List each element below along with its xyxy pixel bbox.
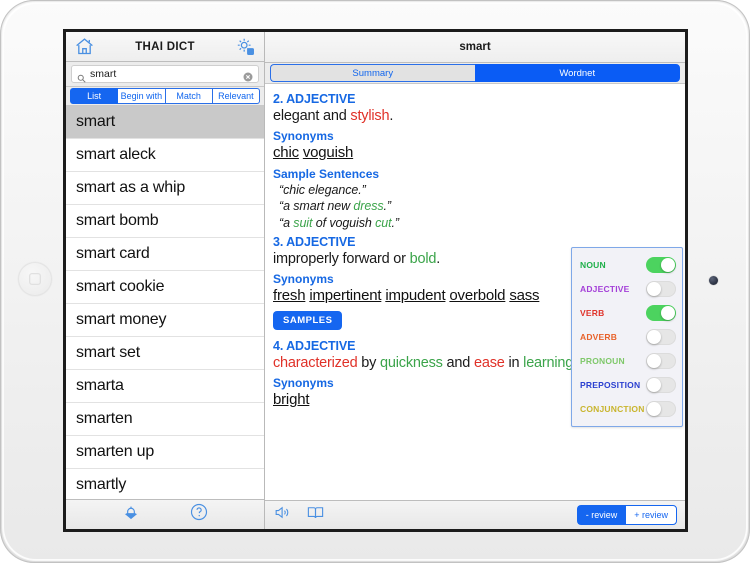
pos-toggle-noun[interactable] [646, 257, 676, 273]
pos-row-pronoun[interactable]: PRONOUN [580, 349, 676, 373]
synonyms-label: Synonyms [273, 129, 334, 144]
list-item[interactable]: smart bomb [66, 205, 264, 238]
speaker-icon[interactable] [273, 503, 292, 527]
search-mode-relevant[interactable]: Relevant [212, 88, 260, 104]
detail-pane: smart Summary Wordnet 2. ADJECTIVE elegant… [265, 32, 685, 529]
detail-tabs[interactable]: Summary Wordnet [265, 63, 685, 84]
sample-sentence: “a suit of voguish cut.” [279, 215, 399, 230]
list-item[interactable]: smart cookie [66, 271, 264, 304]
search-input[interactable]: smart [71, 65, 259, 83]
search-mode-match[interactable]: Match [165, 88, 213, 104]
sidebar-title: THAI DICT [135, 40, 195, 53]
pos-label: PREPOSITION [580, 380, 641, 390]
pos-label: CONJUNCTION [580, 404, 645, 414]
synonym-link[interactable]: overbold [449, 287, 505, 304]
pos-toggle-pronoun[interactable] [646, 353, 676, 369]
pos-label: ADVERB [580, 332, 618, 342]
entry-body[interactable]: 2. ADJECTIVE elegant and stylish. Synonyms… [265, 84, 685, 500]
help-icon[interactable] [189, 502, 209, 527]
sense-gloss: elegant and stylish. [273, 108, 394, 124]
list-item[interactable]: smart card [66, 238, 264, 271]
synonym-link[interactable]: voguish [303, 144, 354, 161]
book-icon[interactable] [306, 503, 325, 527]
synonym-list[interactable]: chic voguish [273, 143, 677, 163]
sample-sentence: “chic elegance.” [279, 182, 366, 197]
pos-toggle-verb[interactable] [646, 305, 676, 321]
home-icon[interactable] [74, 36, 95, 57]
review-button-group[interactable]: - review + review [576, 505, 677, 525]
list-item[interactable]: smartly [66, 469, 264, 499]
list-item[interactable]: smart money [66, 304, 264, 337]
detail-navbar: smart [265, 32, 685, 63]
list-item[interactable]: smarten up [66, 436, 264, 469]
pos-row-noun[interactable]: NOUN [580, 253, 676, 277]
sense-heading: 2. ADJECTIVE [273, 92, 356, 106]
list-item[interactable]: smart [66, 106, 264, 139]
clear-icon[interactable] [243, 69, 253, 82]
synonym-link[interactable]: bright [273, 391, 310, 408]
search-icon [77, 70, 86, 83]
list-item[interactable]: smarten [66, 403, 264, 436]
search-mode-segmented-control[interactable]: List Begin with Match Relevant [66, 87, 264, 106]
pos-toggle-adjective[interactable] [646, 281, 676, 297]
toggle-knob [647, 282, 661, 296]
list-item[interactable]: smart set [66, 337, 264, 370]
tab-wordnet[interactable]: Wordnet [474, 64, 680, 82]
synonym-link[interactable]: impudent [385, 287, 445, 304]
pos-row-preposition[interactable]: PREPOSITION [580, 373, 676, 397]
part-of-speech-filter-panel[interactable]: NOUN ADJECTIVE VERB ADVERB PRONOUN PREPOSITIO… [571, 247, 683, 427]
list-item[interactable]: smart as a whip [66, 172, 264, 205]
pos-row-adverb[interactable]: ADVERB [580, 325, 676, 349]
pos-row-verb[interactable]: VERB [580, 301, 676, 325]
pos-row-adjective[interactable]: ADJECTIVE [580, 277, 676, 301]
toggle-knob [647, 330, 661, 344]
sidebar-toolbar [66, 499, 264, 529]
ipad-device-frame: THAI DICT smart List Begin with Match Re… [0, 0, 750, 563]
pos-label: NOUN [580, 260, 606, 270]
gear-icon[interactable] [235, 36, 256, 57]
pos-label: ADJECTIVE [580, 284, 630, 294]
home-button[interactable] [18, 262, 52, 296]
synonym-link[interactable]: impertinent [309, 287, 381, 304]
search-bar: smart [66, 62, 264, 87]
word-list[interactable]: smart smart aleck smart as a whip smart bom… [66, 106, 264, 499]
pos-toggle-adverb[interactable] [646, 329, 676, 345]
pos-label: VERB [580, 308, 605, 318]
detail-toolbar-icons [273, 503, 325, 527]
sample-sentence: “a smart new dress.” [279, 199, 391, 214]
search-input-value: smart [90, 68, 117, 80]
pos-row-conjunction[interactable]: CONJUNCTION [580, 397, 676, 421]
page-title: smart [459, 41, 491, 53]
toggle-knob [647, 378, 661, 392]
toggle-knob [647, 354, 661, 368]
list-item[interactable]: smarta [66, 370, 264, 403]
toggle-knob [661, 306, 675, 320]
synonym-link[interactable]: sass [509, 287, 539, 304]
sidebar-navbar: THAI DICT [66, 32, 264, 62]
review-plus-button[interactable]: + review [625, 505, 677, 525]
toggle-knob [647, 402, 661, 416]
pos-toggle-conjunction[interactable] [646, 401, 676, 417]
list-item[interactable]: smart aleck [66, 139, 264, 172]
toggle-knob [661, 258, 675, 272]
synonym-link[interactable]: fresh [273, 287, 306, 304]
search-mode-begin-with[interactable]: Begin with [118, 88, 166, 104]
sample-sentence-list: “chic elegance.” “a smart new dress.” “a s… [279, 182, 677, 232]
tab-summary[interactable]: Summary [270, 64, 475, 82]
review-minus-button[interactable]: - review [576, 505, 626, 525]
screen: THAI DICT smart List Begin with Match Re… [63, 29, 688, 532]
pos-label: PRONOUN [580, 356, 625, 366]
search-mode-list[interactable]: List [70, 88, 119, 104]
synonym-link[interactable]: chic [273, 144, 299, 161]
bell-download-icon[interactable] [121, 502, 141, 527]
sidebar-pane: THAI DICT smart List Begin with Match Re… [66, 32, 265, 529]
pos-toggle-preposition[interactable] [646, 377, 676, 393]
home-button-square-icon [29, 273, 41, 285]
sample-sentences-label: Sample Sentences [273, 166, 380, 181]
detail-toolbar: - review + review [265, 500, 685, 529]
front-camera-icon [709, 276, 718, 285]
samples-button[interactable]: SAMPLES [273, 310, 343, 330]
